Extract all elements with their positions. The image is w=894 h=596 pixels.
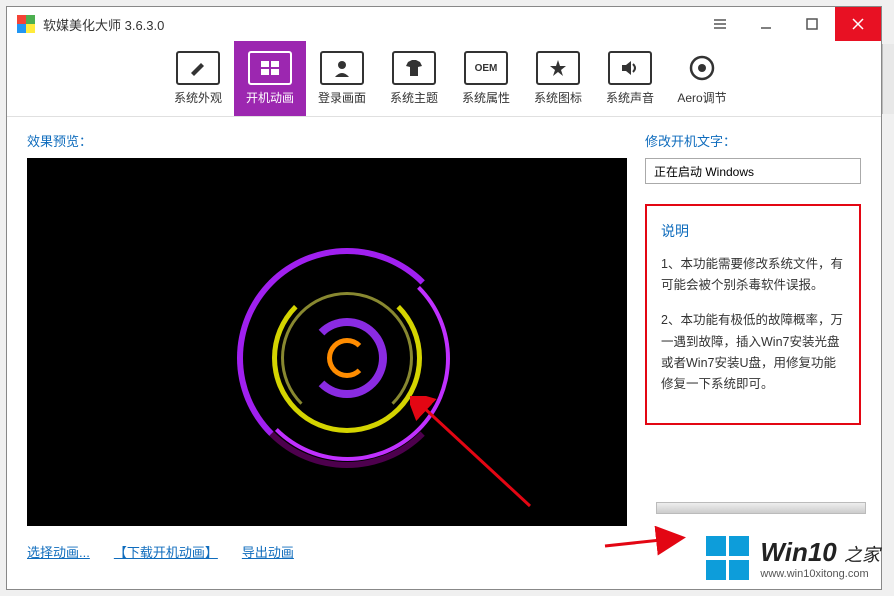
download-animation-link[interactable]: 【下载开机动画】 <box>114 542 218 561</box>
left-panel: 效果预览： 选择动画... 【下载开机动画】 导出动画 <box>27 131 627 575</box>
tab-system-properties[interactable]: OEM 系统属性 <box>450 41 522 116</box>
app-icon <box>17 15 35 33</box>
tab-login-screen[interactable]: 登录画面 <box>306 41 378 116</box>
select-animation-link[interactable]: 选择动画... <box>27 542 90 561</box>
boot-animation-graphic <box>237 248 457 468</box>
notice-title: 说明 <box>661 220 845 244</box>
watermark-main: Win10 之家 <box>760 537 880 568</box>
speaker-icon <box>608 51 652 85</box>
menu-button[interactable] <box>697 7 743 41</box>
tab-system-icons[interactable]: 系统图标 <box>522 41 594 116</box>
watermark-logo <box>706 536 750 580</box>
window-controls <box>697 7 881 41</box>
animation-preview <box>27 158 627 526</box>
tab-system-appearance[interactable]: 系统外观 <box>162 41 234 116</box>
side-strip <box>882 44 894 114</box>
bottom-links: 选择动画... 【下载开机动画】 导出动画 <box>27 542 627 561</box>
tab-boot-animation[interactable]: 开机动画 <box>234 41 306 116</box>
shirt-icon <box>392 51 436 85</box>
notice-paragraph-1: 1、本功能需要修改系统文件，有可能会被个别杀毒软件误报。 <box>661 254 845 297</box>
edit-text-label: 修改开机文字： <box>645 131 861 150</box>
preview-label: 效果预览： <box>27 131 627 150</box>
watermark: Win10 之家 www.win10xitong.com <box>706 536 880 580</box>
toolbar: 系统外观 开机动画 登录画面 系统主题 OEM 系统属性 系统图标 <box>7 41 881 117</box>
tab-system-sound[interactable]: 系统声音 <box>594 41 666 116</box>
titlebar: 软媒美化大师 3.6.3.0 <box>7 7 881 41</box>
windows-icon <box>248 51 292 85</box>
user-icon <box>320 51 364 85</box>
maximize-button[interactable] <box>789 7 835 41</box>
tab-aero-adjust[interactable]: Aero调节 <box>666 41 738 116</box>
brush-icon <box>176 51 220 85</box>
minimize-button[interactable] <box>743 7 789 41</box>
target-icon <box>680 51 724 85</box>
star-icon <box>536 51 580 85</box>
watermark-url: www.win10xitong.com <box>760 568 868 580</box>
divider-bar <box>656 502 866 514</box>
notice-paragraph-2: 2、本功能有极低的故障概率，万一遇到故障，插入Win7安装光盘或者Win7安装U… <box>661 310 845 395</box>
export-animation-link[interactable]: 导出动画 <box>242 542 294 561</box>
boot-text-input[interactable] <box>645 158 861 184</box>
content-area: 效果预览： 选择动画... 【下载开机动画】 导出动画 <box>7 117 881 589</box>
window-title: 软媒美化大师 3.6.3.0 <box>43 15 164 34</box>
oem-icon: OEM <box>464 51 508 85</box>
notice-box: 说明 1、本功能需要修改系统文件，有可能会被个别杀毒软件误报。 2、本功能有极低… <box>645 204 861 425</box>
close-button[interactable] <box>835 7 881 41</box>
tab-system-theme[interactable]: 系统主题 <box>378 41 450 116</box>
